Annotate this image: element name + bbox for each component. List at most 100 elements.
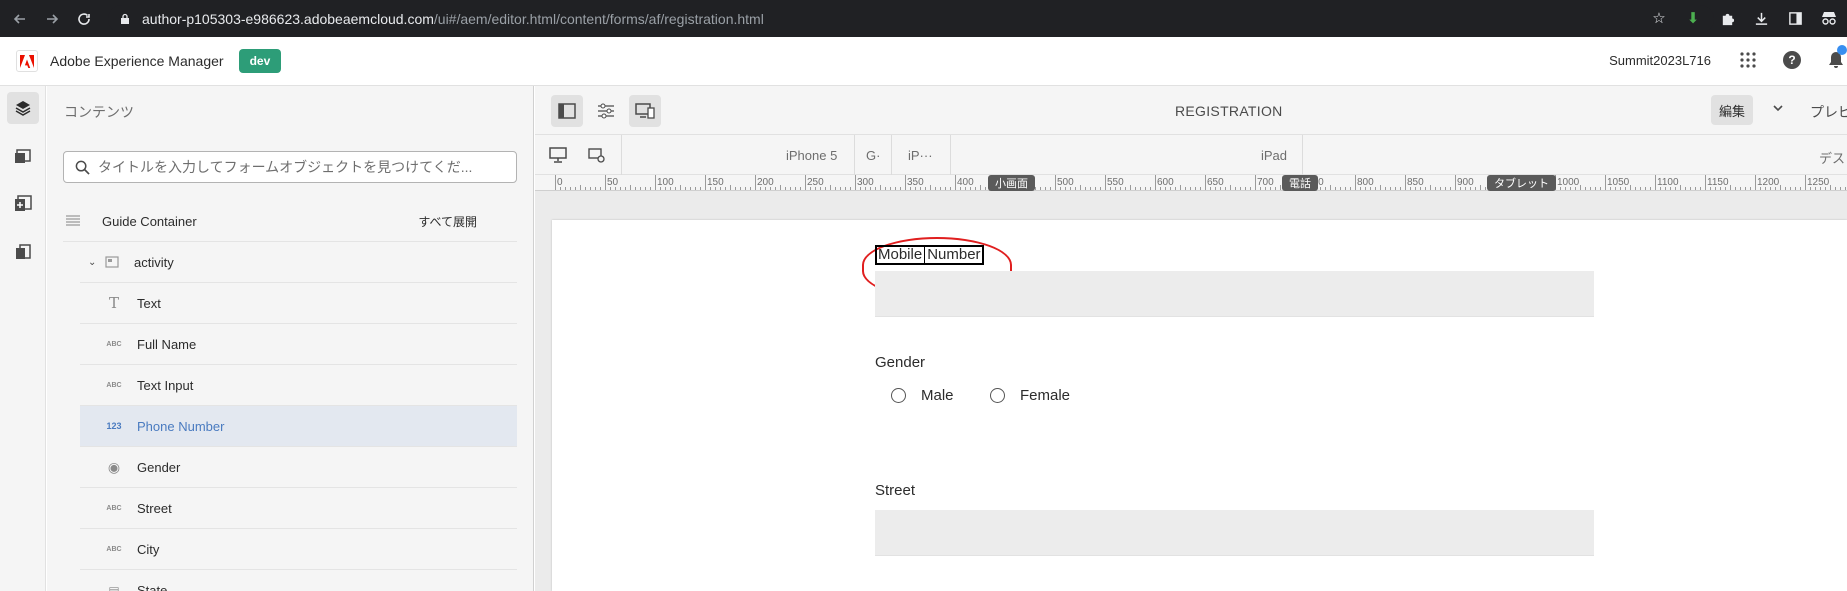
back-icon[interactable]	[8, 7, 32, 31]
radio-button[interactable]	[891, 388, 906, 403]
search-input[interactable]	[98, 159, 498, 175]
emulator-ipad[interactable]: iPad	[1261, 148, 1287, 163]
tree-item-activity[interactable]: ⌄ activity	[80, 242, 517, 283]
emulator-devices-icon[interactable]	[629, 95, 661, 127]
toggle-side-panel-icon[interactable]	[551, 95, 583, 127]
ruler-minor-tick	[960, 187, 961, 190]
ruler-minor-tick	[1365, 187, 1366, 190]
components-add-icon[interactable]	[7, 188, 39, 220]
emulator-galaxy[interactable]: G·	[866, 148, 880, 163]
ruler-minor-tick	[830, 185, 831, 190]
ruler-minor-tick	[1080, 185, 1081, 190]
tree-item-gender[interactable]: ◉ Gender	[80, 447, 517, 488]
mobile-number-input[interactable]	[875, 271, 1594, 317]
extension-download-icon[interactable]: ⬇	[1683, 8, 1703, 28]
rotate-device-icon[interactable]	[586, 145, 608, 165]
breakpoint-tablet[interactable]: タブレット	[1487, 175, 1556, 191]
bookmark-star-icon[interactable]: ☆	[1649, 8, 1669, 28]
ruler-minor-tick	[1685, 187, 1686, 190]
search-icon	[74, 159, 90, 175]
ruler-tick	[1255, 175, 1256, 190]
forward-icon[interactable]	[40, 7, 64, 31]
gender-radio-female[interactable]: Female	[990, 387, 1070, 404]
ruler-minor-tick	[1760, 187, 1761, 190]
street-input[interactable]	[875, 510, 1594, 556]
emulator-iphone5[interactable]: iPhone 5	[786, 148, 837, 163]
tree-item-city[interactable]: ABC City	[80, 529, 517, 570]
ruler-minor-tick	[1090, 187, 1091, 190]
content-tree-layers-icon[interactable]	[7, 92, 39, 124]
ruler-minor-tick	[650, 187, 651, 190]
tree-item-full-name[interactable]: ABC Full Name	[80, 324, 517, 365]
ruler-minor-tick	[690, 187, 691, 190]
tree-item-text-input[interactable]: ABC Text Input	[80, 365, 517, 406]
ruler-minor-tick	[1445, 187, 1446, 190]
side-panel-icon[interactable]	[1785, 8, 1805, 28]
incognito-icon[interactable]	[1819, 8, 1839, 28]
text-input-icon: ABC	[106, 545, 122, 553]
address-bar[interactable]: author-p105303-e986623.adobeaemcloud.com…	[108, 5, 1714, 33]
tree-item-guide-container[interactable]: Guide Container すべて展開	[63, 201, 517, 242]
preview-button[interactable]: プレビ	[1810, 102, 1847, 122]
ruler-minor-tick	[880, 185, 881, 190]
emulator-desktop[interactable]: デス	[1819, 148, 1845, 167]
apps-grid-icon[interactable]	[1737, 49, 1759, 71]
tree-item-phone-number[interactable]: 123 Phone Number	[80, 406, 517, 447]
extensions-puzzle-icon[interactable]	[1717, 8, 1737, 28]
tree-item-street[interactable]: ABC Street	[80, 488, 517, 529]
ruler-minor-tick	[850, 187, 851, 190]
ruler-minor-tick	[1115, 187, 1116, 190]
ruler-minor-tick	[1800, 187, 1801, 190]
breakpoint-phone[interactable]: 電話	[1282, 175, 1318, 191]
ruler-minor-tick	[1410, 187, 1411, 190]
ruler-minor-tick	[1610, 187, 1611, 190]
ruler-minor-tick	[570, 187, 571, 190]
reload-icon[interactable]	[72, 7, 96, 31]
breakpoint-small-screen[interactable]: 小画面	[988, 175, 1035, 191]
number-label-word: Number	[927, 246, 981, 263]
tree-item-state[interactable]: ▤ State	[80, 570, 517, 591]
ruler-minor-tick	[1660, 187, 1661, 190]
assets-icon[interactable]	[7, 140, 39, 172]
data-sources-icon[interactable]	[7, 236, 39, 268]
ruler-minor-tick	[1635, 187, 1636, 190]
expand-all-button[interactable]: すべて展開	[418, 213, 477, 230]
edit-mode-button[interactable]: 編集	[1711, 95, 1754, 125]
help-icon[interactable]: ?	[1781, 49, 1803, 71]
ruler-minor-tick	[825, 187, 826, 190]
ruler-minor-tick	[1125, 187, 1126, 190]
ruler-tick	[755, 175, 756, 190]
product-title[interactable]: Adobe Experience Manager	[50, 53, 224, 69]
ruler-minor-tick	[1095, 187, 1096, 190]
mobile-number-label[interactable]: Mobile Number	[875, 245, 984, 265]
chevron-down-icon[interactable]: ⌄	[88, 257, 100, 268]
ruler-tick	[905, 175, 906, 190]
downloads-icon[interactable]	[1751, 8, 1771, 28]
ruler-minor-tick	[1580, 185, 1581, 190]
ruler-minor-tick	[1250, 187, 1251, 190]
ruler-minor-tick	[1050, 187, 1051, 190]
notifications-bell-icon[interactable]	[1825, 45, 1847, 71]
tree-item-text[interactable]: T Text	[80, 283, 517, 324]
ruler-minor-tick	[1245, 187, 1246, 190]
layout-ruler: 0501001502002503003504004505005506006507…	[535, 175, 1847, 191]
component-search[interactable]	[63, 151, 517, 183]
tree-item-label: City	[137, 541, 160, 557]
user-name[interactable]: Summit2023L716	[1609, 53, 1711, 68]
tree-item-label: Street	[137, 500, 172, 516]
tree-item-label: Full Name	[137, 336, 197, 352]
gender-radio-male[interactable]: Male	[891, 387, 954, 404]
properties-sliders-icon[interactable]	[590, 95, 622, 127]
ruler-tick	[655, 175, 656, 190]
ruler-minor-tick	[635, 187, 636, 190]
ruler-minor-tick	[1065, 187, 1066, 190]
street-label: Street	[875, 482, 916, 499]
emulator-iphone[interactable]: iP···	[908, 148, 933, 163]
desktop-icon[interactable]	[547, 145, 569, 165]
radio-button[interactable]	[990, 388, 1005, 403]
adobe-logo-icon[interactable]	[16, 50, 38, 72]
chevron-down-icon[interactable]	[1773, 101, 1783, 115]
ruler-minor-tick	[1130, 185, 1131, 190]
ruler-minor-tick	[720, 187, 721, 190]
ruler-minor-tick	[780, 185, 781, 190]
